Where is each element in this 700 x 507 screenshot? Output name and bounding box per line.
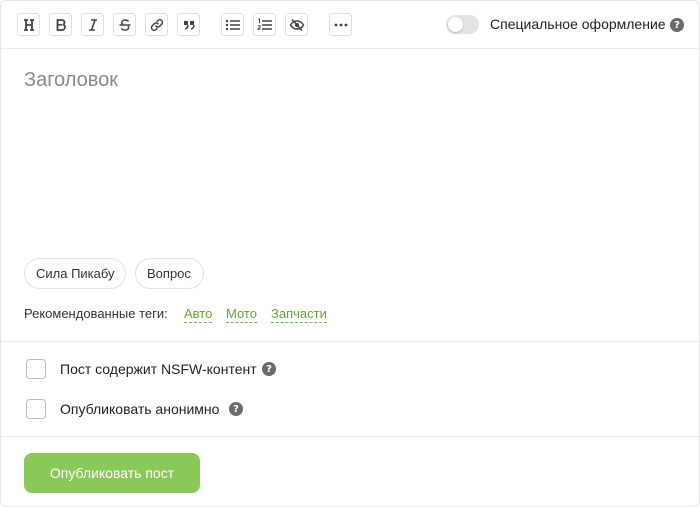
special-format-label: Специальное оформление <box>490 16 666 32</box>
numbered-list-icon <box>256 17 272 30</box>
bullet-list-icon <box>225 19 240 30</box>
recommended-tags-label: Рекомендованные теги: <box>24 306 168 321</box>
bold-button[interactable] <box>49 13 72 36</box>
more-dots-icon <box>334 23 347 26</box>
quote-button[interactable] <box>177 13 200 36</box>
anonymous-label: Опубликовать анонимно <box>60 401 220 417</box>
eye-crossed-icon <box>289 18 304 31</box>
divider <box>1 436 699 437</box>
recommended-tag-moto[interactable]: Мото <box>226 306 257 323</box>
nsfw-label: Пост содержит NSFW-контент <box>60 361 257 377</box>
strikethrough-icon <box>119 18 130 31</box>
link-button[interactable] <box>145 13 168 36</box>
chip-vopros[interactable]: Вопрос <box>135 258 204 289</box>
more-button[interactable] <box>329 13 352 36</box>
heading-button[interactable] <box>17 13 40 36</box>
bold-icon <box>56 18 66 31</box>
bullet-list-button[interactable] <box>221 13 244 36</box>
nsfw-checkbox[interactable] <box>26 359 46 379</box>
italic-icon <box>88 18 97 31</box>
link-icon <box>150 18 163 31</box>
post-title-input[interactable] <box>24 67 674 93</box>
publish-button[interactable]: Опубликовать пост <box>24 453 200 493</box>
post-editor-card: Специальное оформление ? Сила Пикабу Воп… <box>0 0 700 507</box>
editor-toolbar: Специальное оформление ? <box>1 1 699 49</box>
italic-button[interactable] <box>81 13 104 36</box>
recommended-tag-zapchasti[interactable]: Запчасти <box>271 306 327 323</box>
toggle-knob <box>448 17 463 32</box>
nsfw-help-icon[interactable]: ? <box>262 362 276 376</box>
strikethrough-button[interactable] <box>113 13 136 36</box>
divider <box>1 341 699 342</box>
heading-icon <box>23 18 34 31</box>
anonymous-help-icon[interactable]: ? <box>229 402 243 416</box>
anonymous-checkbox[interactable] <box>26 399 46 419</box>
special-format-toggle[interactable] <box>446 15 479 34</box>
quote-icon <box>183 20 195 30</box>
help-icon[interactable]: ? <box>670 18 684 32</box>
hidden-text-button[interactable] <box>285 13 308 36</box>
chip-sila-pikabu[interactable]: Сила Пикабу <box>24 258 126 289</box>
numbered-list-button[interactable] <box>253 13 276 36</box>
recommended-tag-avto[interactable]: Авто <box>184 306 213 323</box>
